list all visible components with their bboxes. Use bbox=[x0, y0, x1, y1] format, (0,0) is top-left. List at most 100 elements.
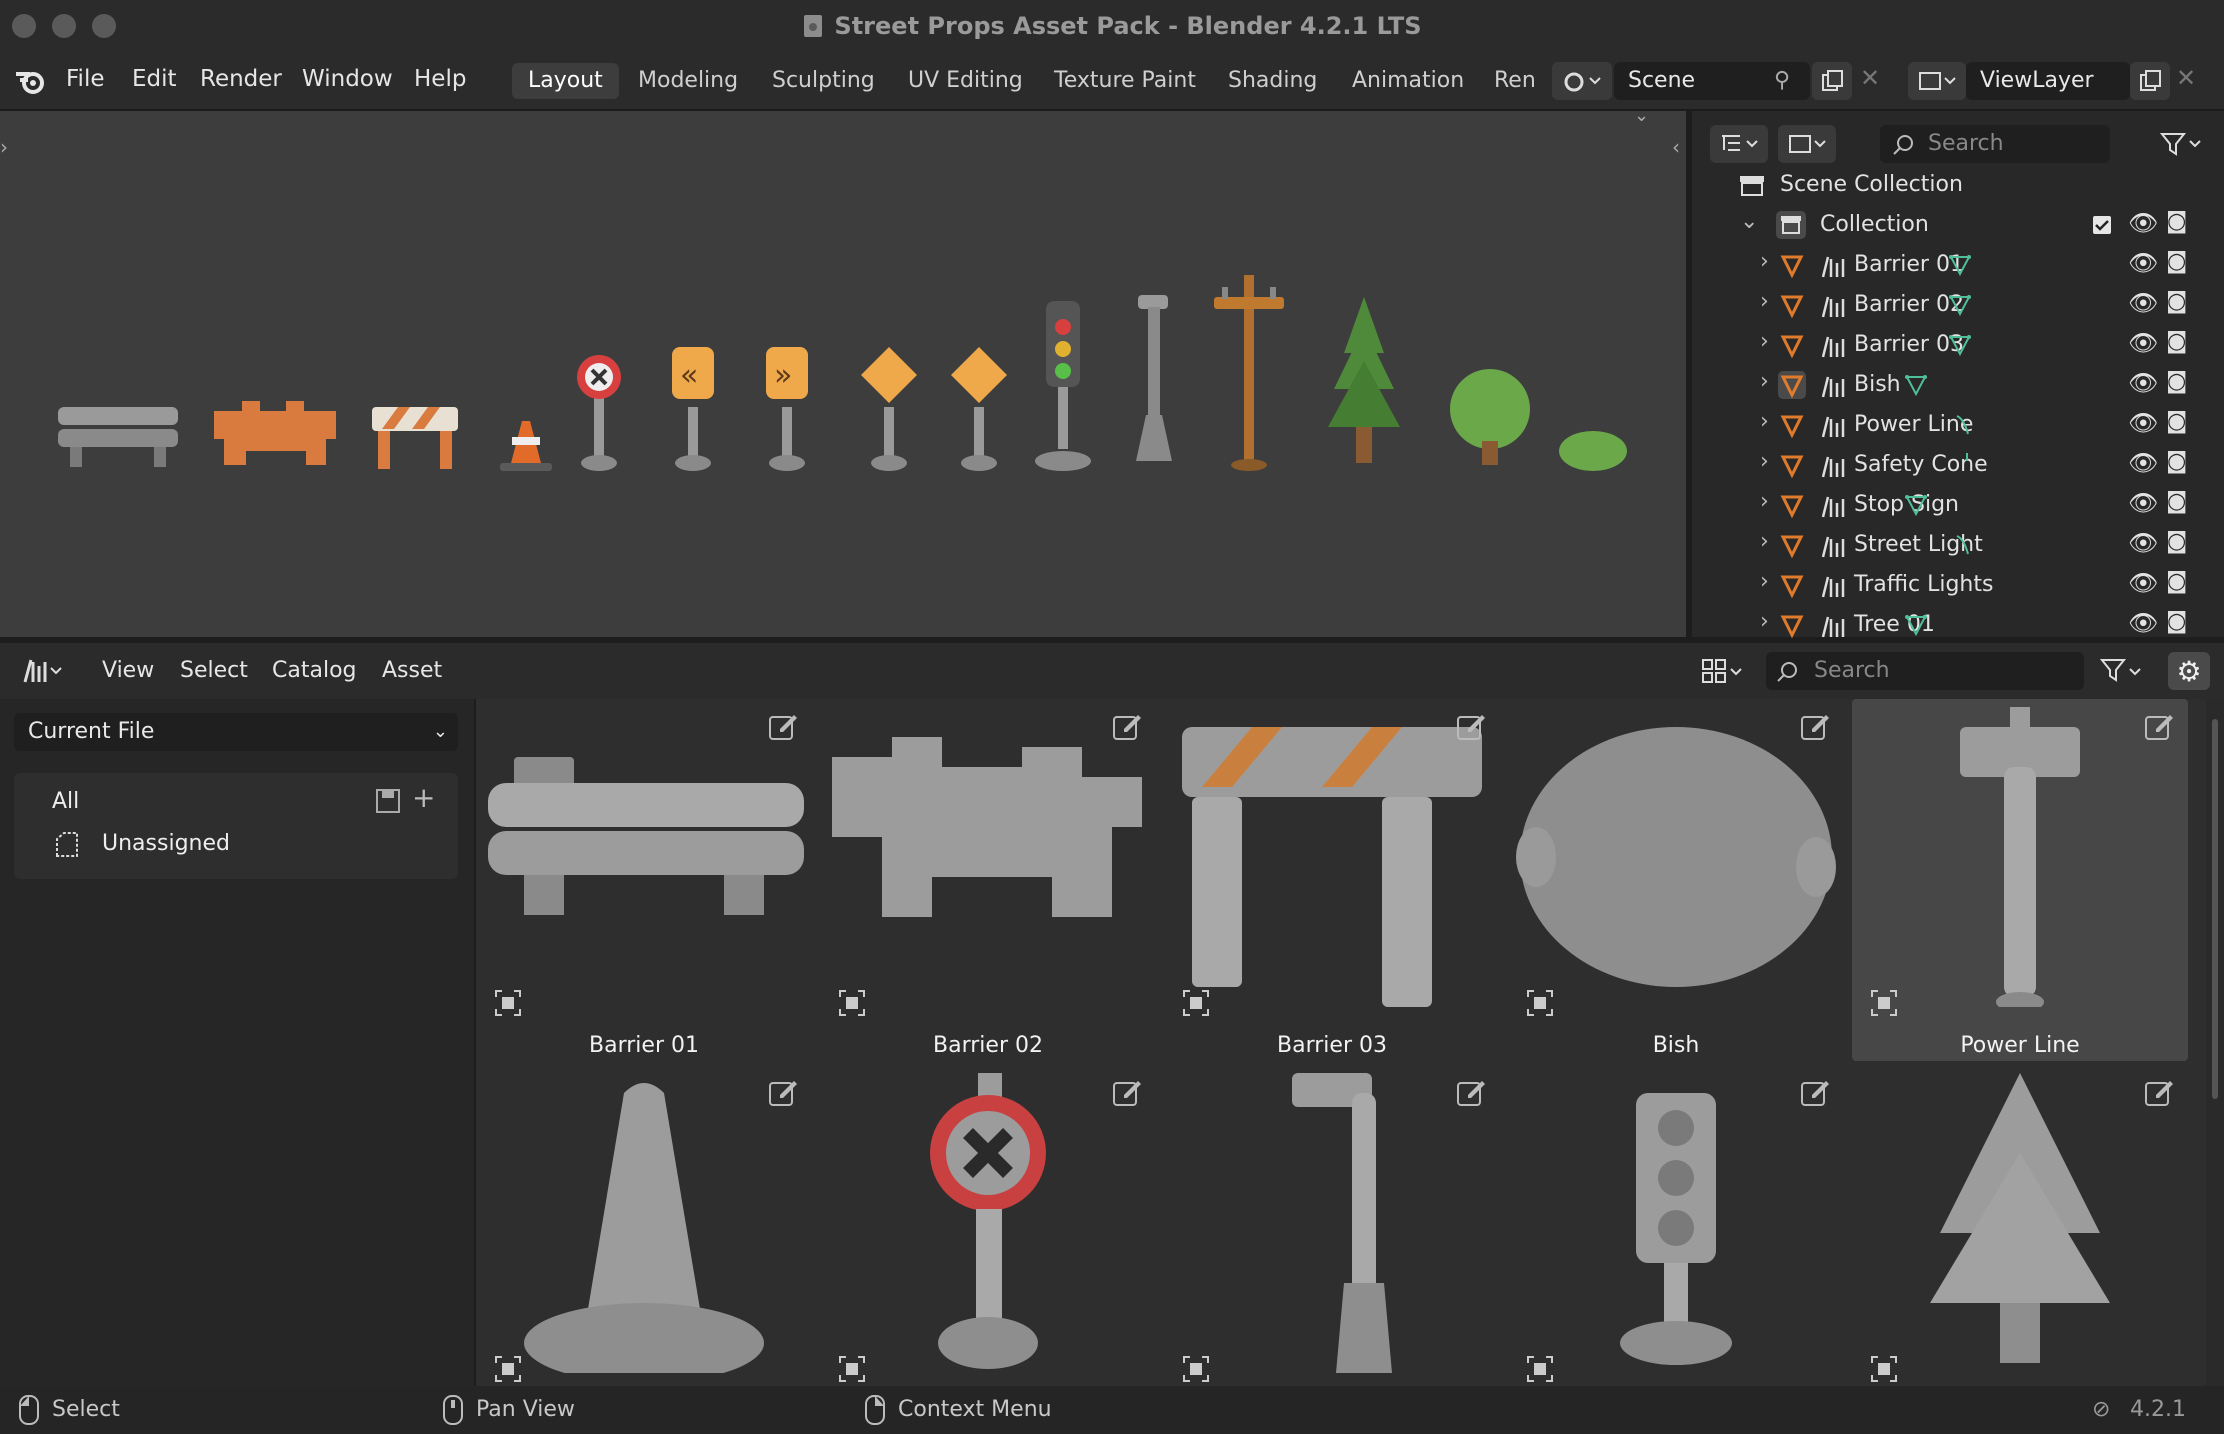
render-camera-icon[interactable]: ◙ bbox=[2166, 249, 2187, 274]
mark-asset-icon[interactable] bbox=[1526, 989, 1554, 1017]
prop-bush[interactable] bbox=[1559, 431, 1627, 471]
prop-tree-01[interactable] bbox=[1328, 297, 1400, 463]
render-camera-icon[interactable]: ◙ bbox=[2166, 489, 2187, 514]
catalog-all[interactable]: All bbox=[52, 789, 79, 814]
render-camera-icon[interactable]: ◙ bbox=[2166, 529, 2187, 554]
expand-chevron-icon[interactable]: › bbox=[1760, 289, 1769, 314]
mesh-data-icon[interactable] bbox=[1948, 253, 1972, 277]
asset-stop-sign[interactable] bbox=[820, 1065, 1156, 1386]
visibility-eye-icon[interactable]: 👁 bbox=[2128, 209, 2158, 237]
menu-help[interactable]: Help bbox=[414, 66, 466, 92]
prop-traffic-lights[interactable] bbox=[1035, 301, 1091, 471]
curve-data-icon[interactable] bbox=[1954, 533, 1974, 557]
render-camera-icon[interactable]: ◙ bbox=[2166, 369, 2187, 394]
visibility-eye-icon[interactable]: 👁 bbox=[2128, 569, 2158, 597]
menu-edit[interactable]: Edit bbox=[132, 66, 177, 92]
outliner-filter-button[interactable] bbox=[2152, 125, 2212, 163]
mark-asset-icon[interactable] bbox=[1526, 1355, 1554, 1383]
edit-asset-icon[interactable] bbox=[1112, 711, 1142, 741]
menu-asset[interactable]: Asset bbox=[382, 658, 442, 683]
asset-filter-button[interactable] bbox=[2092, 652, 2154, 690]
tab-rendering[interactable]: Ren bbox=[1478, 63, 1552, 99]
menu-window[interactable]: Window bbox=[302, 66, 393, 92]
display-mode-grid-button[interactable] bbox=[1694, 652, 1752, 690]
edit-asset-icon[interactable] bbox=[2144, 711, 2174, 741]
expand-chevron-icon[interactable]: › bbox=[1760, 369, 1769, 394]
visibility-eye-icon[interactable]: 👁 bbox=[2128, 249, 2158, 277]
prop-barrier-02[interactable] bbox=[214, 401, 336, 465]
prop-sign-turn-left[interactable] bbox=[861, 347, 917, 471]
editor-type-button[interactable] bbox=[14, 652, 72, 690]
blender-logo-icon[interactable] bbox=[14, 66, 48, 96]
checkbox-checked-icon[interactable] bbox=[2092, 215, 2112, 235]
pin-icon[interactable]: ⚲ bbox=[1774, 68, 1790, 93]
render-camera-icon[interactable]: ◙ bbox=[2166, 449, 2187, 474]
render-camera-icon[interactable]: ◙ bbox=[2166, 609, 2187, 634]
expand-chevron-icon[interactable]: › bbox=[1760, 489, 1769, 514]
toolbar-toggle-icon[interactable]: › bbox=[0, 135, 8, 159]
edit-asset-icon[interactable] bbox=[2144, 1077, 2174, 1107]
outliner-item-row[interactable]: › Safety Cone 👁 ◙ bbox=[1692, 445, 2224, 485]
visibility-eye-icon[interactable]: 👁 bbox=[2128, 449, 2158, 477]
prop-stop-sign[interactable] bbox=[577, 355, 621, 471]
catalog-unassigned[interactable]: Unassigned bbox=[102, 831, 230, 856]
edit-asset-icon[interactable] bbox=[1112, 1077, 1142, 1107]
edit-asset-icon[interactable] bbox=[1800, 1077, 1830, 1107]
asset-settings-button[interactable]: ⚙ bbox=[2168, 652, 2210, 690]
asset-library-dropdown[interactable]: Current File ⌄ bbox=[14, 713, 458, 751]
asset-grid[interactable]: Barrier 01 Barrier 02 Barrier 03 Bish Po… bbox=[476, 699, 2206, 1386]
mark-asset-icon[interactable] bbox=[494, 1355, 522, 1383]
tab-shading[interactable]: Shading bbox=[1212, 63, 1333, 99]
mesh-data-icon[interactable] bbox=[1904, 493, 1928, 517]
edit-asset-icon[interactable] bbox=[768, 1077, 798, 1107]
tab-animation[interactable]: Animation bbox=[1336, 63, 1480, 99]
mark-asset-icon[interactable] bbox=[1870, 989, 1898, 1017]
tab-texture-paint[interactable]: Texture Paint bbox=[1038, 63, 1212, 99]
prop-tree-round[interactable] bbox=[1450, 369, 1530, 465]
outliner-item-row[interactable]: › Traffic Lights 👁 ◙ bbox=[1692, 565, 2224, 605]
asset-search-field[interactable]: Search bbox=[1766, 652, 2084, 690]
outliner-item-row[interactable]: › Power Line 👁 ◙ bbox=[1692, 405, 2224, 445]
point-data-icon[interactable] bbox=[1964, 451, 1970, 463]
outliner-item-row[interactable]: › Street Light 👁 ◙ bbox=[1692, 525, 2224, 565]
minimize-window-button[interactable] bbox=[52, 14, 76, 38]
curve-data-icon[interactable] bbox=[1954, 413, 1974, 437]
mark-asset-icon[interactable] bbox=[838, 989, 866, 1017]
expand-chevron-icon[interactable]: › bbox=[1760, 609, 1769, 634]
prop-sign-right[interactable]: » bbox=[766, 347, 808, 471]
asset-barrier-01[interactable]: Barrier 01 bbox=[476, 699, 812, 1061]
prop-safety-cone[interactable] bbox=[500, 421, 552, 471]
render-camera-icon[interactable]: ◙ bbox=[2166, 289, 2187, 314]
save-catalog-icon[interactable] bbox=[374, 787, 402, 815]
visibility-eye-icon[interactable]: 👁 bbox=[2128, 329, 2158, 357]
new-view-layer-button[interactable] bbox=[2130, 62, 2170, 100]
new-scene-button[interactable] bbox=[1812, 62, 1852, 100]
tab-layout[interactable]: Layout bbox=[512, 63, 619, 99]
filter-layer-button[interactable] bbox=[1778, 125, 1836, 163]
render-camera-icon[interactable]: ◙ bbox=[2166, 409, 2187, 434]
outliner-item-row[interactable]: › Barrier 02 👁 ◙ bbox=[1692, 285, 2224, 325]
mesh-data-icon[interactable] bbox=[1904, 373, 1928, 397]
asset-traffic-lights[interactable] bbox=[1508, 1065, 1844, 1386]
mesh-data-icon[interactable] bbox=[1948, 293, 1972, 317]
asset-safety-cone[interactable] bbox=[476, 1065, 812, 1386]
visibility-eye-icon[interactable]: 👁 bbox=[2128, 489, 2158, 517]
sidebar-toggle-icon[interactable]: ‹ bbox=[1672, 135, 1680, 159]
add-catalog-icon[interactable]: + bbox=[412, 781, 435, 814]
asset-grid-scrollbar[interactable] bbox=[2206, 699, 2224, 1386]
menu-view[interactable]: View bbox=[102, 658, 154, 683]
mark-asset-icon[interactable] bbox=[838, 1355, 866, 1383]
tab-uv-editing[interactable]: UV Editing bbox=[892, 63, 1039, 99]
menu-render[interactable]: Render bbox=[200, 66, 282, 92]
expand-chevron-icon[interactable]: › bbox=[1760, 529, 1769, 554]
collapse-chevron-icon[interactable]: ⌄ bbox=[1740, 209, 1758, 234]
asset-power-line[interactable]: Power Line bbox=[1852, 699, 2188, 1061]
menu-catalog[interactable]: Catalog bbox=[272, 658, 357, 683]
expand-chevron-icon[interactable]: › bbox=[1760, 329, 1769, 354]
delete-scene-icon[interactable]: ✕ bbox=[1860, 64, 1880, 92]
outliner-item-row[interactable]: › Stop Sign 👁 ◙ bbox=[1692, 485, 2224, 525]
outliner-item-row[interactable]: › Barrier 01 👁 ◙ bbox=[1692, 245, 2224, 285]
prop-sign-left[interactable]: « bbox=[672, 347, 714, 471]
zoom-window-button[interactable] bbox=[92, 14, 116, 38]
scene-collection-row[interactable]: Scene Collection bbox=[1692, 165, 2224, 205]
